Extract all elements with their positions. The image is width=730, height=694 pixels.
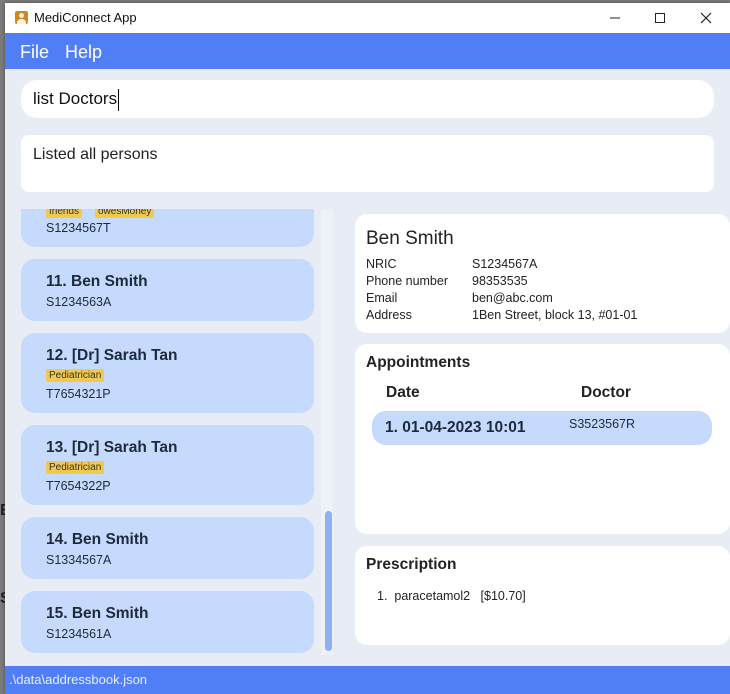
appointment-doctor: S3523567R bbox=[569, 417, 636, 431]
detail-value: ben@abc.com bbox=[472, 291, 553, 305]
person-name: 15. Ben Smith bbox=[46, 605, 149, 622]
person-card[interactable]: 13. [Dr] Sarah Tan Pediatrician T7654322… bbox=[21, 425, 314, 505]
person-card[interactable]: 12. [Dr] Sarah Tan Pediatrician T7654321… bbox=[21, 333, 314, 413]
tag-badge: Pediatrician bbox=[46, 461, 105, 474]
appointment-row[interactable]: 1. 01-04-2023 10:01 S3523567R bbox=[372, 411, 712, 445]
contacts-book-icon bbox=[15, 11, 28, 24]
menu-file[interactable]: File bbox=[20, 42, 49, 63]
person-nric: S1234563A bbox=[46, 295, 112, 309]
minimize-icon bbox=[610, 17, 620, 19]
file-path: .\data\addressbook.json bbox=[9, 672, 148, 687]
person-list[interactable]: friends owesMoney S1234567T 11. Ben Smit… bbox=[5, 209, 337, 655]
maximize-icon bbox=[655, 13, 665, 23]
prescription-item: 1. paracetamol2 [$10.70] bbox=[377, 589, 526, 603]
status-bar: .\data\addressbook.json bbox=[5, 666, 730, 694]
title-bar: MediConnect App bbox=[5, 3, 730, 33]
person-nric: S1234567T bbox=[46, 221, 111, 235]
tag-badge: Pediatrician bbox=[46, 369, 105, 382]
person-card-partial[interactable]: friends owesMoney S1234567T bbox=[21, 209, 314, 247]
text-caret bbox=[118, 88, 120, 111]
window-title: MediConnect App bbox=[34, 10, 137, 25]
person-card[interactable]: 11. Ben Smith S1234563A bbox=[21, 259, 314, 321]
appointments-title: Appointments bbox=[366, 354, 471, 371]
detail-label: Address bbox=[366, 308, 412, 322]
person-name: 12. [Dr] Sarah Tan bbox=[46, 347, 178, 364]
maximize-button[interactable] bbox=[637, 3, 683, 33]
tag-badge: friends bbox=[46, 209, 83, 218]
person-name: 14. Ben Smith bbox=[46, 531, 149, 548]
command-input[interactable]: list Doctors bbox=[21, 80, 714, 118]
result-display: Listed all persons bbox=[21, 135, 714, 192]
detail-value: 98353535 bbox=[472, 274, 528, 288]
person-nric: S1334567A bbox=[46, 553, 112, 567]
detail-value: S1234567A bbox=[472, 257, 538, 271]
menu-help[interactable]: Help bbox=[65, 42, 102, 63]
command-text: list Doctors bbox=[33, 89, 118, 108]
prescription-panel: Prescription 1. paracetamol2 [$10.70] bbox=[355, 546, 730, 645]
person-detail-panel: Ben Smith NRIC S1234567A Phone number 98… bbox=[355, 214, 730, 333]
person-nric: T7654322P bbox=[46, 479, 111, 493]
detail-label: Email bbox=[366, 291, 398, 305]
close-button[interactable] bbox=[683, 3, 729, 33]
person-name: 11. Ben Smith bbox=[46, 273, 148, 290]
detail-label: Phone number bbox=[366, 274, 449, 288]
person-card[interactable]: 14. Ben Smith S1334567A bbox=[21, 517, 314, 579]
person-name: 13. [Dr] Sarah Tan bbox=[46, 439, 178, 456]
menu-bar: File Help bbox=[5, 33, 730, 69]
appointment-date: 1. 01-04-2023 10:01 bbox=[385, 419, 526, 436]
person-nric: T7654321P bbox=[46, 387, 111, 401]
person-card[interactable]: 15. Ben Smith S1234561A bbox=[21, 591, 314, 653]
appointments-panel: Appointments Date Doctor 1. 01-04-2023 1… bbox=[355, 344, 730, 534]
app-window: MediConnect App File Help list Doctors L… bbox=[5, 3, 730, 694]
detail-label: NRIC bbox=[366, 257, 397, 271]
tag-badge: owesMoney bbox=[95, 209, 155, 218]
column-header-doctor: Doctor bbox=[581, 384, 631, 401]
detail-value: 1Ben Street, block 13, #01-01 bbox=[472, 308, 638, 322]
result-text: Listed all persons bbox=[33, 146, 158, 163]
prescription-title: Prescription bbox=[366, 556, 457, 573]
person-nric: S1234561A bbox=[46, 627, 112, 641]
close-icon bbox=[700, 12, 712, 24]
column-header-date: Date bbox=[386, 384, 420, 401]
detail-name: Ben Smith bbox=[366, 228, 454, 249]
minimize-button[interactable] bbox=[592, 3, 638, 33]
scrollbar-thumb[interactable] bbox=[325, 511, 332, 651]
